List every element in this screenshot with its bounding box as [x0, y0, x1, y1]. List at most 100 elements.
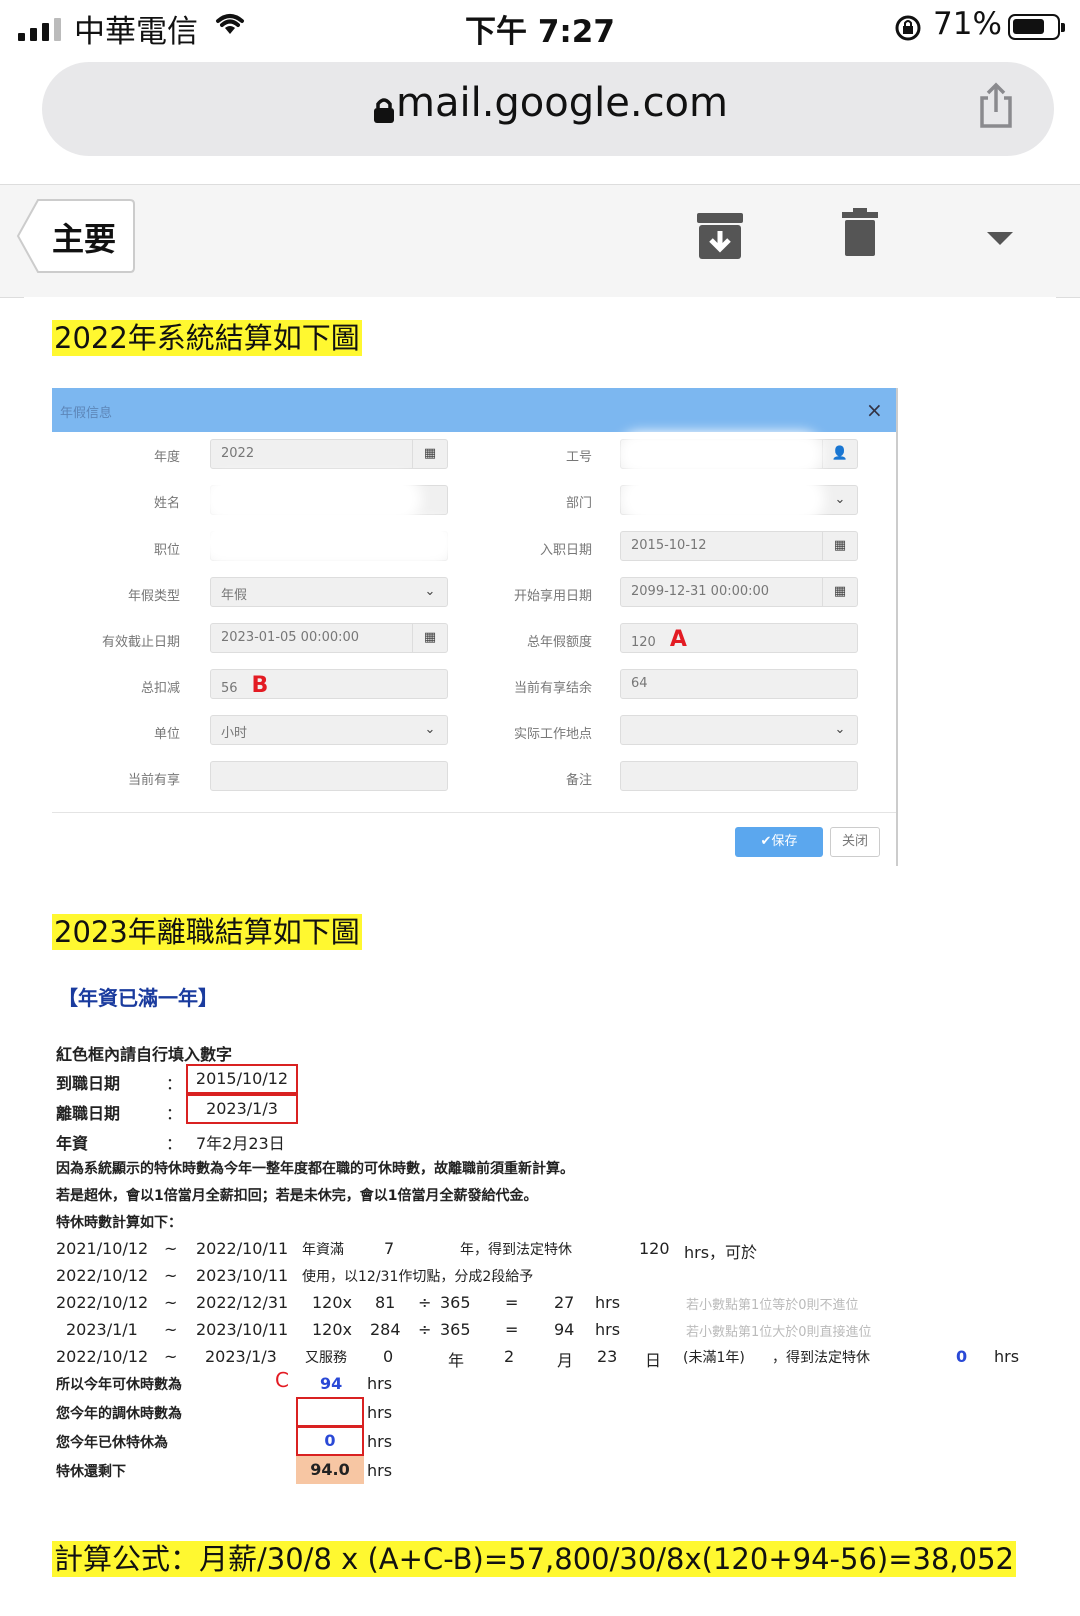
instruction: 紅色框內請自行填入數字	[56, 1045, 233, 1064]
redaction-blur	[630, 484, 815, 514]
text: 年，得到法定特休	[460, 1242, 572, 1258]
operator: ÷	[418, 1320, 432, 1339]
field-label: 职位	[153, 543, 180, 558]
calendar-icon: ▦	[412, 624, 447, 652]
operator: =	[505, 1320, 519, 1339]
leave-date-input[interactable]: 2023/1/3	[186, 1094, 298, 1124]
text: 又服務	[305, 1350, 347, 1366]
adjust-label: 您今年的調休時數為	[56, 1406, 182, 1422]
expiry-date-field[interactable]: 2023-01-05 00:00:00 ▦	[210, 623, 448, 653]
value: 94	[554, 1320, 575, 1339]
battery-icon	[1008, 14, 1065, 40]
remain-value: 94.0	[296, 1456, 364, 1484]
text: (未滿1年)	[683, 1350, 745, 1366]
value: 23	[597, 1347, 618, 1366]
chevron-down-icon[interactable]	[987, 231, 1013, 250]
tenure-label: 年資	[56, 1134, 89, 1153]
unit: hrs	[367, 1374, 393, 1393]
remarks-field[interactable]	[620, 761, 858, 791]
field-label: 入职日期	[539, 543, 592, 558]
unit: hrs	[595, 1320, 621, 1339]
field-label: 总扣减	[140, 681, 180, 696]
unit: hrs	[994, 1347, 1020, 1366]
orientation-lock-icon	[894, 14, 922, 46]
share-icon[interactable]	[976, 82, 1016, 132]
colon: ：	[166, 1134, 183, 1153]
back-button-label[interactable]: 主要	[52, 214, 116, 260]
value: 284	[370, 1320, 401, 1339]
total-deduction-field[interactable]: 56 B	[210, 669, 448, 699]
field-label: 部门	[565, 496, 592, 511]
value: 365	[440, 1320, 471, 1339]
date-to: 2023/10/11	[196, 1320, 289, 1339]
tilde: ~	[164, 1320, 178, 1339]
date-from: 2021/10/12	[56, 1239, 149, 1258]
unit: hrs	[367, 1461, 393, 1480]
total-label: 所以今年可休時數為	[56, 1377, 182, 1393]
hire-date-input[interactable]: 2015/10/12	[186, 1064, 298, 1094]
adjust-hours-input[interactable]	[296, 1397, 364, 1427]
colon: ：	[166, 1074, 183, 1093]
unit: hrs	[367, 1432, 393, 1451]
remain-label: 特休還剩下	[56, 1464, 126, 1480]
field-label: 当前有享	[127, 773, 180, 788]
unit: 月	[557, 1351, 574, 1370]
mark-a: A	[669, 627, 687, 652]
field-label: 总年假额度	[526, 635, 592, 650]
unit: 日	[645, 1351, 662, 1370]
unit-select[interactable]: 小时 ⌄	[210, 715, 448, 745]
text: ，得到法定特休	[772, 1350, 870, 1366]
heading-2023: 2023年離職結算如下圖	[52, 914, 362, 950]
field-label: 年度	[153, 450, 180, 465]
redaction-blur	[212, 484, 412, 514]
value: 0	[383, 1347, 394, 1366]
calendar-icon: ▦	[822, 578, 857, 606]
value: 365	[440, 1293, 471, 1312]
field-label: 备注	[565, 773, 592, 788]
total-quota-field[interactable]: 120 A	[620, 623, 858, 653]
colon: ：	[166, 1104, 183, 1123]
hint: 若小數點第1位等於0則不進位	[686, 1298, 859, 1313]
hire-date-field[interactable]: 2015-10-12 ▦	[620, 531, 858, 561]
text: hrs，可於	[684, 1243, 758, 1262]
url-text[interactable]: mail.google.com	[0, 80, 1080, 126]
leave-type-select[interactable]: 年假 ⌄	[210, 577, 448, 607]
divider	[52, 812, 896, 813]
mark-b: B	[251, 673, 269, 698]
year-field[interactable]: 2022 ▦	[210, 439, 448, 469]
close-icon[interactable]: ×	[866, 398, 883, 422]
note: 若是超休，會以1倍當月全薪扣回；若是未休完，會以1倍當月全薪發給代金。	[56, 1188, 538, 1204]
date-to: 2023/1/3	[205, 1347, 277, 1366]
used-label: 您今年已休特休為	[56, 1435, 168, 1451]
note: 因為系統顯示的特休時數為今年一整年度都在職的可休時數，故離職前須重新計算。	[56, 1161, 574, 1177]
date-from: 2022/10/12	[56, 1293, 149, 1312]
current-balance-field[interactable]: 64	[620, 669, 858, 699]
field-label: 单位	[153, 727, 180, 742]
calendar-icon: ▦	[412, 440, 447, 468]
battery-percent: 71%	[933, 6, 1002, 42]
unit: hrs	[367, 1403, 393, 1422]
date-from: 2023/1/1	[66, 1320, 138, 1339]
hint: 若小數點第1位大於0則直接進位	[686, 1325, 872, 1340]
redaction-blur	[628, 442, 813, 466]
date-to: 2023/10/11	[196, 1266, 289, 1285]
work-location-select[interactable]: ⌄	[620, 715, 858, 745]
current-enjoy-field[interactable]	[210, 761, 448, 791]
calc-title: 【年資已滿一年】	[58, 986, 218, 1010]
start-date-field[interactable]: 2099-12-31 00:00:00 ▦	[620, 577, 858, 607]
unit: 年	[448, 1351, 465, 1370]
used-hours-input[interactable]: 0	[296, 1426, 364, 1456]
trash-icon[interactable]	[842, 208, 878, 260]
date-from: 2022/10/12	[56, 1347, 149, 1366]
calendar-icon: ▦	[822, 532, 857, 560]
value: 120x	[312, 1320, 353, 1339]
value: 7	[384, 1239, 395, 1258]
operator: ÷	[418, 1293, 432, 1312]
dialog-title: 年假信息	[60, 406, 113, 421]
close-button[interactable]: 关闭	[830, 827, 880, 857]
archive-icon[interactable]	[697, 213, 743, 263]
user-icon: 👤	[822, 440, 857, 468]
tilde: ~	[164, 1239, 178, 1258]
mark-c: C	[275, 1368, 289, 1392]
save-button[interactable]: ✔保存	[735, 827, 823, 857]
